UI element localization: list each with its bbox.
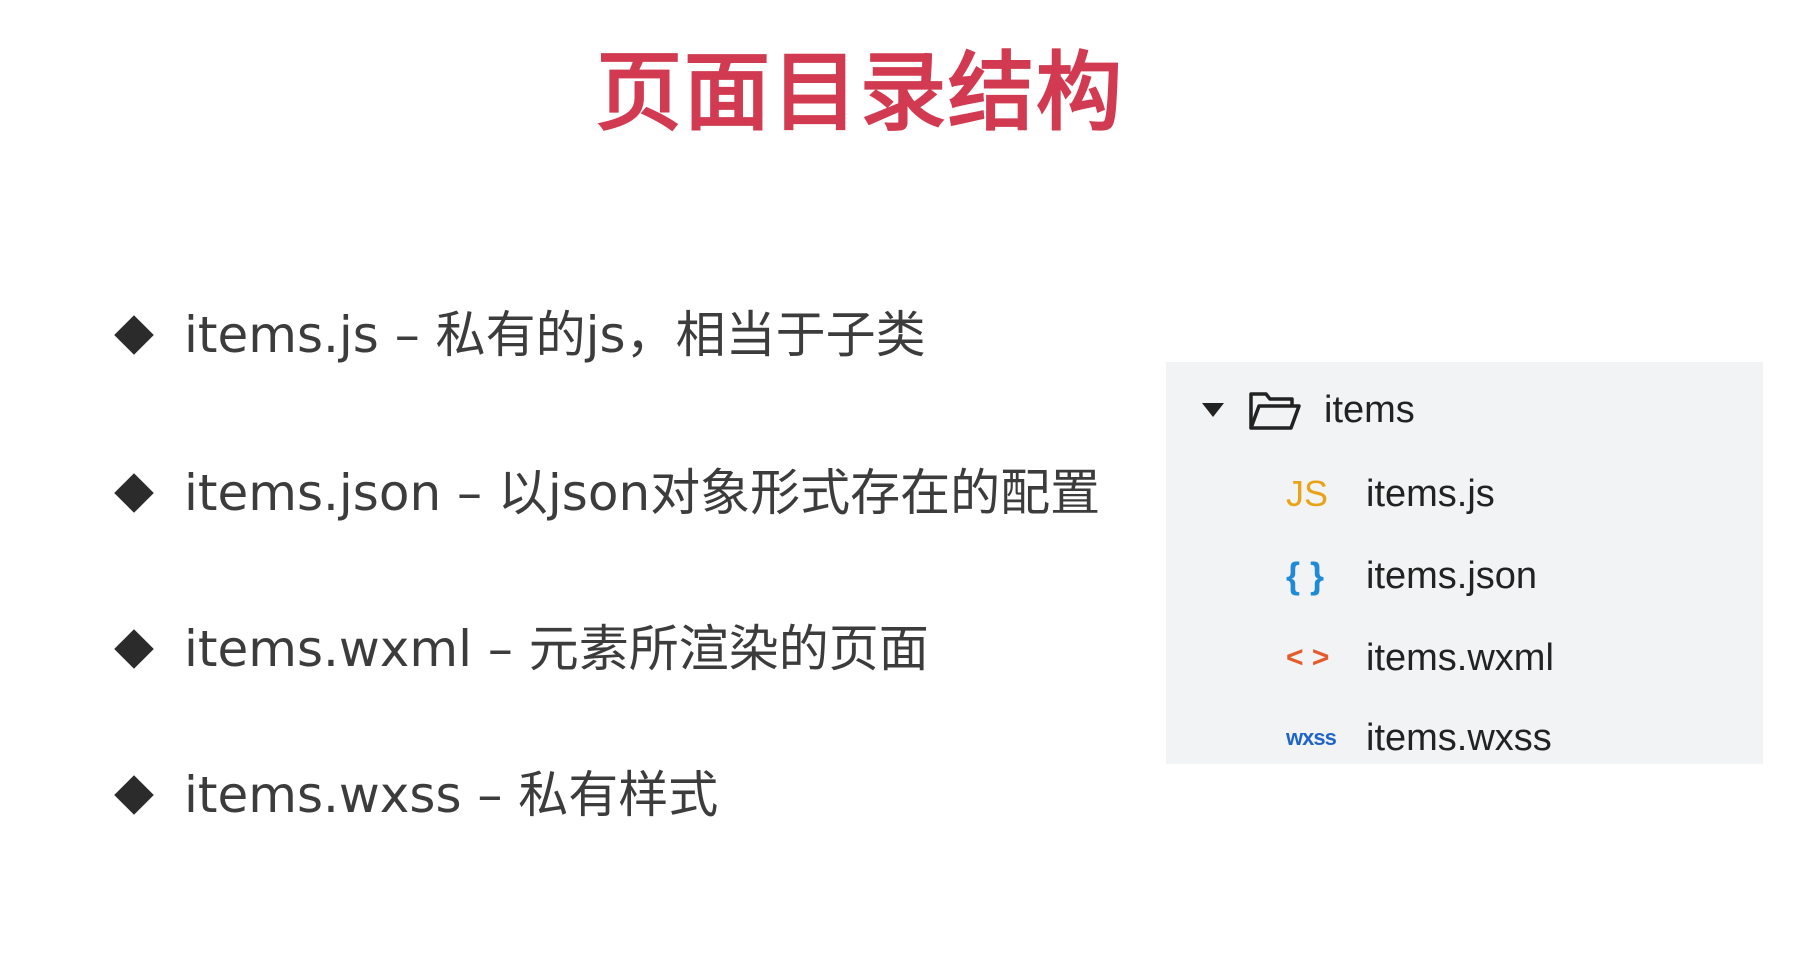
js-file-icon: JS: [1286, 473, 1329, 514]
wxml-file-icon: < >: [1286, 641, 1330, 674]
file-name: items.js: [1366, 472, 1495, 515]
bullet-text: items.wxml – 元素所渲染的页面: [184, 620, 929, 678]
tree-file-wxml[interactable]: < > items.wxml: [1286, 628, 1554, 688]
file-tree-panel: items JS items.js { } items.json < > ite…: [1166, 362, 1763, 764]
caret-down-icon[interactable]: [1202, 403, 1224, 417]
bullet-text: items.wxss – 私有样式: [184, 766, 719, 824]
diamond-bullet-icon: [114, 629, 154, 669]
diamond-bullet-icon: [114, 473, 154, 513]
tree-file-js[interactable]: JS items.js: [1286, 464, 1495, 524]
tree-file-wxss[interactable]: wxss items.wxss: [1286, 708, 1552, 768]
bullet-text: items.js – 私有的js，相当于子类: [184, 306, 926, 364]
diamond-bullet-icon: [114, 775, 154, 815]
bullet-text: items.json – 以json对象形式存在的配置: [184, 464, 1101, 522]
tree-file-json[interactable]: { } items.json: [1286, 546, 1537, 606]
json-file-icon: { }: [1286, 555, 1325, 596]
bullet-item-js: items.js – 私有的js，相当于子类: [112, 300, 926, 370]
file-name: items.json: [1366, 554, 1538, 597]
file-name: items.wxml: [1366, 636, 1554, 679]
bullet-item-wxml: items.wxml – 元素所渲染的页面: [112, 614, 929, 684]
tree-folder-items[interactable]: items: [1202, 380, 1415, 440]
folder-name: items: [1324, 388, 1415, 431]
bullet-item-json: items.json – 以json对象形式存在的配置: [112, 458, 1100, 528]
diamond-bullet-icon: [114, 315, 154, 355]
bullet-item-wxss: items.wxss – 私有样式: [112, 760, 718, 830]
file-name: items.wxss: [1366, 716, 1552, 759]
folder-open-icon: [1249, 392, 1301, 430]
slide-title: 页面目录结构: [596, 43, 1124, 143]
wxss-file-icon: wxss: [1286, 725, 1337, 750]
